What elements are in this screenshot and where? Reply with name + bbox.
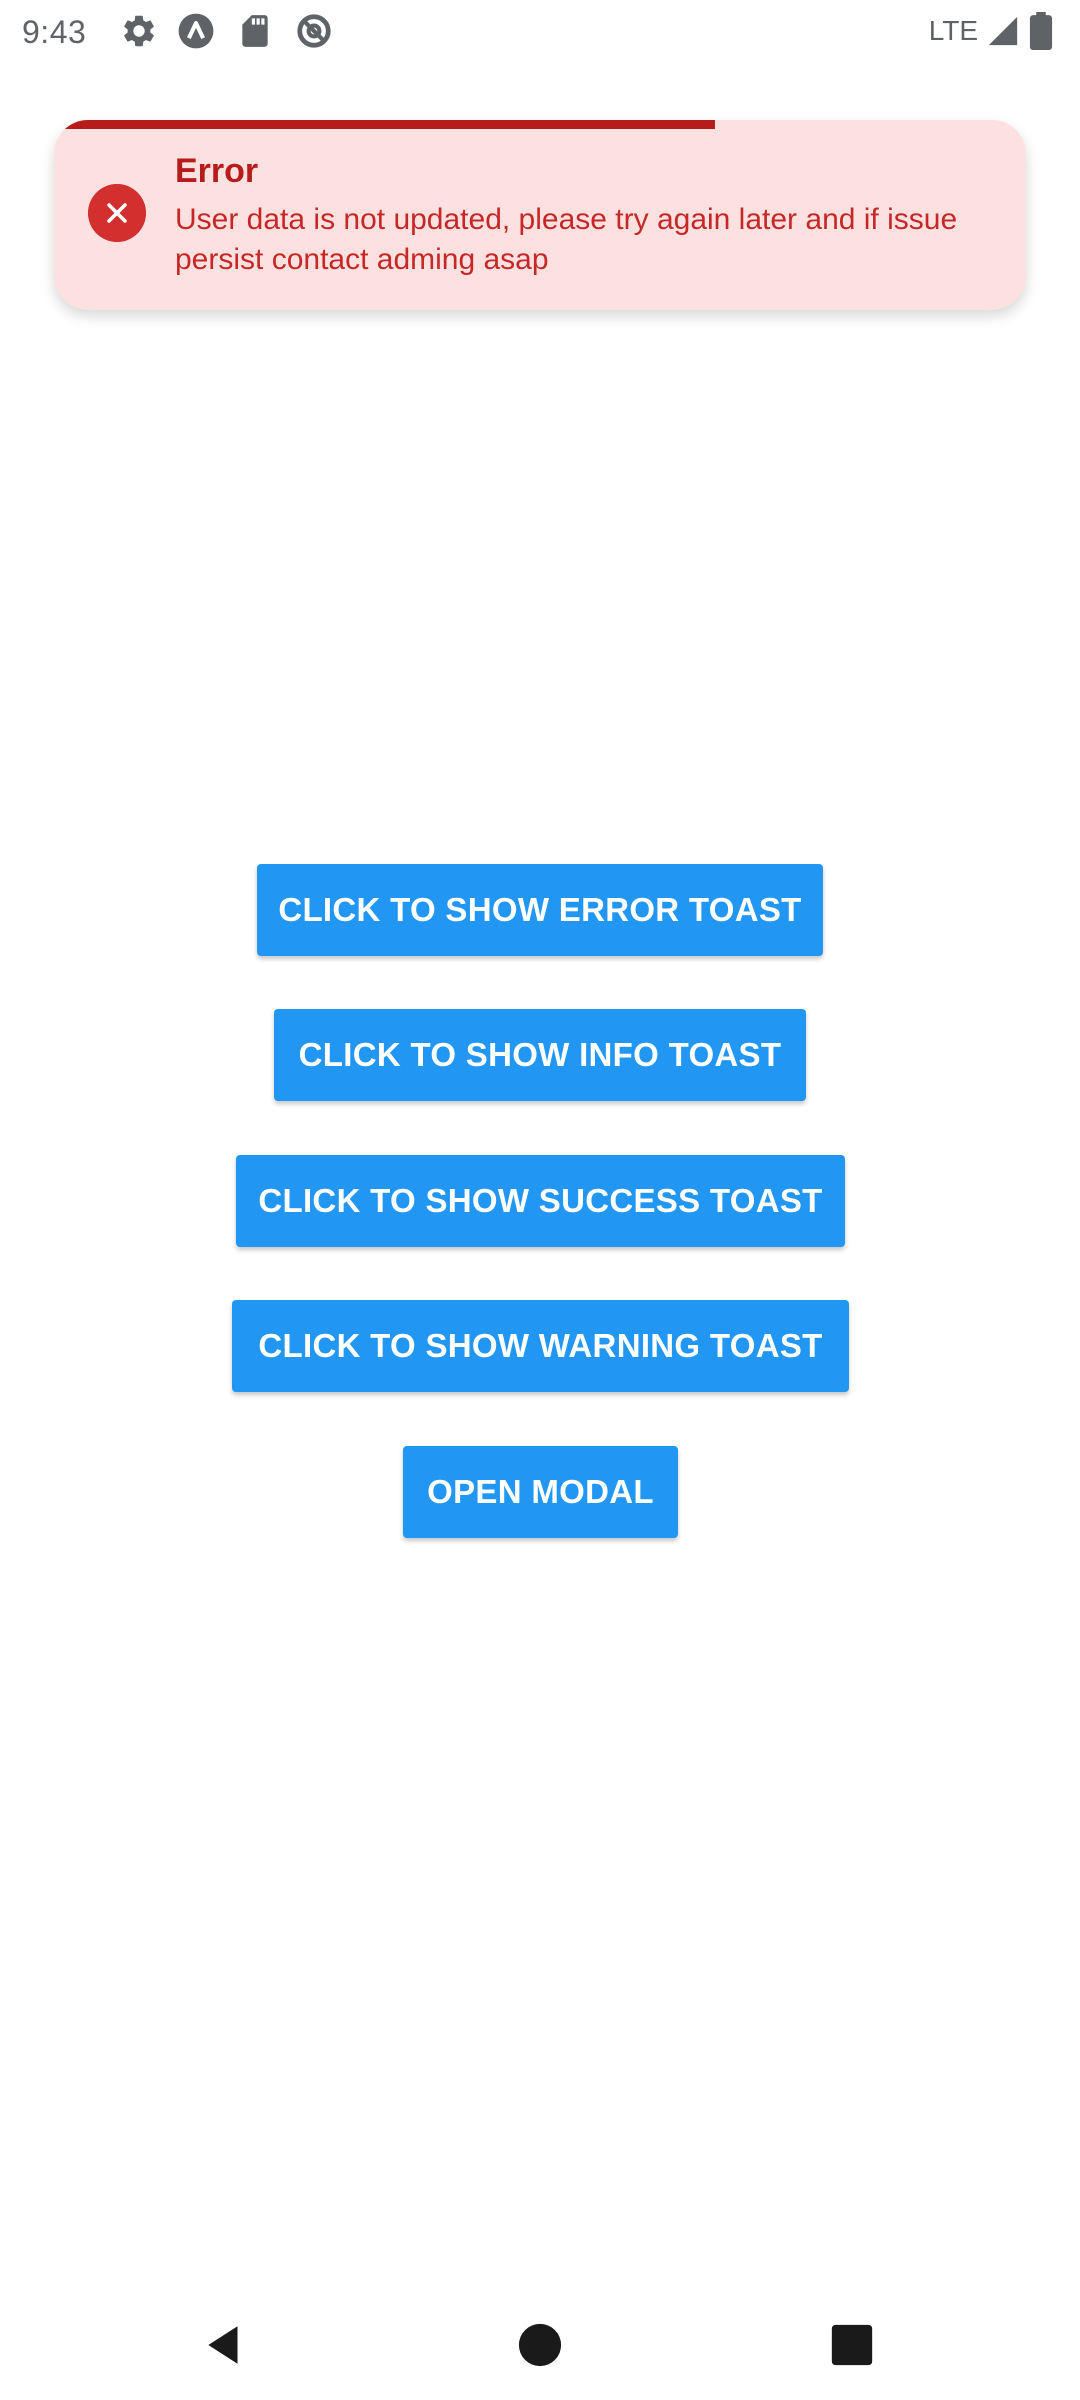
- back-icon: [208, 2326, 238, 2364]
- open-modal-button[interactable]: OPEN MODAL: [403, 1446, 678, 1538]
- error-icon: [88, 184, 146, 242]
- status-time: 9:43: [22, 14, 87, 50]
- nav-home-button[interactable]: [505, 2310, 575, 2380]
- show-success-toast-button[interactable]: CLICK TO SHOW SUCCESS TOAST: [236, 1155, 845, 1247]
- home-icon: [518, 2323, 562, 2367]
- app-screen: 9:43 LTE Error User data is not updated,…: [0, 0, 1080, 2400]
- error-toast[interactable]: Error User data is not updated, please t…: [54, 120, 1026, 310]
- settings-icon: [124, 15, 154, 47]
- network-type-label: LTE: [928, 15, 978, 46]
- navigation-bar: [0, 2290, 1080, 2400]
- nav-recents-button[interactable]: [817, 2310, 887, 2380]
- battery-icon: [1029, 12, 1053, 50]
- app-notification-icon: [178, 13, 214, 49]
- sd-card-icon: [242, 15, 268, 47]
- show-error-toast-button[interactable]: CLICK TO SHOW ERROR TOAST: [257, 864, 823, 956]
- signal-icon: [988, 16, 1018, 46]
- nav-back-button[interactable]: [190, 2310, 260, 2380]
- toast-progress-track: [54, 120, 1026, 129]
- status-right-group: LTE: [929, 12, 1054, 50]
- toast-progress-bar: [54, 120, 715, 129]
- show-info-toast-button[interactable]: CLICK TO SHOW INFO TOAST: [274, 1009, 806, 1101]
- recents-icon: [831, 2324, 873, 2366]
- status-bar: 9:43 LTE: [0, 0, 1080, 64]
- toast-message: User data is not updated, please try aga…: [175, 203, 958, 276]
- toast-title: Error: [175, 152, 259, 190]
- show-warning-toast-button[interactable]: CLICK TO SHOW WARNING TOAST: [232, 1300, 849, 1392]
- data-saver-icon: [297, 14, 331, 48]
